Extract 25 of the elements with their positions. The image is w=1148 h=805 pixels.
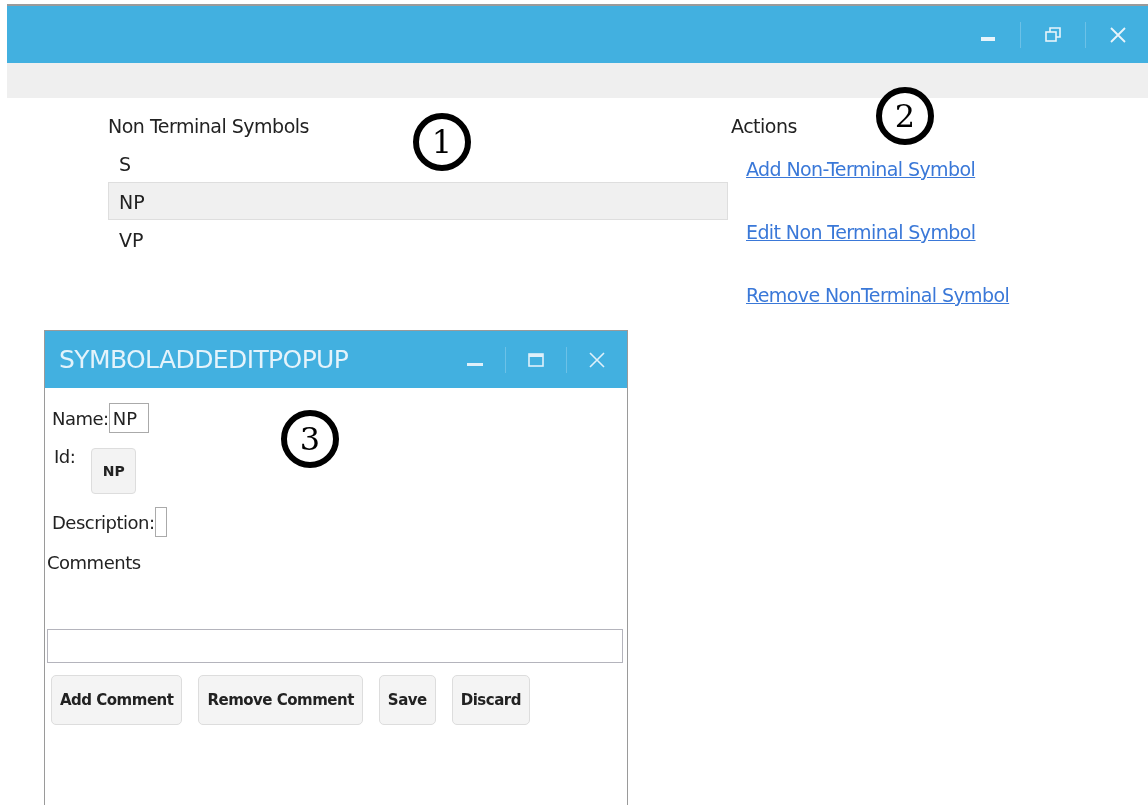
comments-label: Comments <box>47 552 142 573</box>
close-icon[interactable] <box>1108 24 1128 45</box>
action-button[interactable]: Add Comment <box>51 675 183 725</box>
close-icon[interactable] <box>587 349 607 370</box>
name-label: Name: <box>52 407 109 429</box>
action-link[interactable]: Edit Non Terminal Symbol <box>746 221 1010 270</box>
description-label: Description: <box>52 511 155 533</box>
action-link[interactable]: Add Non-Terminal Symbol <box>746 158 1010 207</box>
action-button[interactable]: Save <box>378 675 436 725</box>
comment-field[interactable] <box>47 629 623 663</box>
id-button[interactable]: NP <box>91 448 137 494</box>
symbol-item[interactable]: VP <box>108 220 728 258</box>
callout-number: 2 <box>876 87 934 145</box>
description-field[interactable] <box>154 507 167 537</box>
popup-title: SYMBOLADDEDITPOPUP <box>59 345 349 374</box>
actions-heading: Actions <box>731 114 797 139</box>
name-field[interactable]: NP <box>108 403 149 433</box>
symbol-item[interactable]: NP <box>108 182 728 220</box>
id-label: Id: <box>54 446 76 467</box>
restore-icon[interactable] <box>1043 24 1063 45</box>
action-link[interactable]: Remove NonTerminal Symbol <box>746 284 1010 333</box>
action-button[interactable]: Discard <box>451 675 530 725</box>
list-heading: Non Terminal Symbols <box>108 114 309 139</box>
callout-number: 1 <box>413 113 471 171</box>
action-button[interactable]: Remove Comment <box>198 675 363 725</box>
